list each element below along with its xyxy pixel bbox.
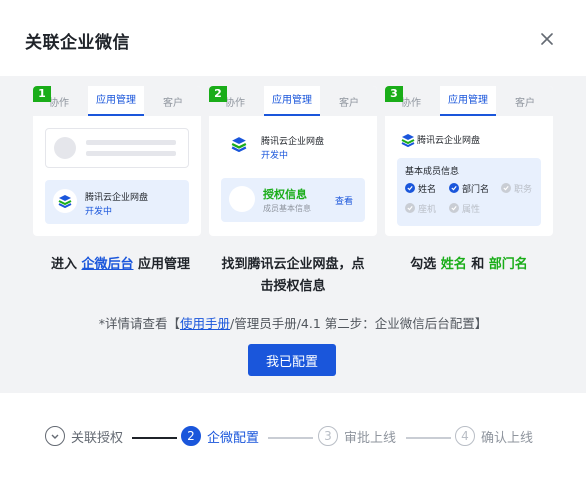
close-icon[interactable]	[536, 28, 558, 50]
check-icon	[449, 203, 459, 213]
guide-card-1: 协作 应用管理 客户 腾讯云企业网盘 开发中 1	[33, 86, 201, 236]
auth-title: 授权信息	[263, 188, 307, 201]
placeholder-row	[45, 128, 189, 168]
step-badge: 2	[209, 86, 227, 102]
step-approve-launch: 3 审批上线	[318, 426, 396, 446]
tab-collab: 协作	[401, 98, 421, 109]
enterprise-admin-link[interactable]: 企微后台	[81, 257, 133, 272]
step-1-description: 进入 企微后台 应用管理	[50, 257, 191, 272]
step-connector	[132, 437, 177, 439]
field-title-checkbox: 职务	[501, 180, 532, 196]
step-badge: 1	[33, 86, 51, 102]
card-tabs: 协作 应用管理 客户	[209, 86, 377, 116]
tab-app-manage: 应用管理	[264, 86, 320, 116]
field-phone-checkbox: 座机	[405, 200, 436, 216]
cloud-drive-icon	[401, 132, 415, 151]
field-dept-checkbox: 部门名	[449, 180, 489, 196]
step-connector	[406, 437, 451, 439]
guide-card-2: 协作 应用管理 客户 腾讯云企业网盘 开发中 授权信息 成员基本信息 查看 2	[209, 86, 377, 236]
app-name: 腾讯云企业网盘	[85, 193, 149, 203]
cloud-drive-icon	[53, 189, 77, 213]
tab-customer: 客户	[339, 98, 359, 109]
app-name: 腾讯云企业网盘	[261, 137, 325, 147]
tab-app-manage: 应用管理	[88, 86, 144, 116]
check-circle-icon	[45, 426, 65, 446]
step-badge: 3	[385, 86, 403, 102]
app-status: 开发中	[85, 207, 113, 217]
check-icon	[405, 183, 415, 193]
dialog-header: 关联企业微信	[0, 0, 586, 76]
step-confirm-launch: 4 确认上线	[455, 426, 533, 446]
tab-customer: 客户	[163, 98, 183, 109]
step-2-description: 找到腾讯云企业网盘，点 击授权信息	[221, 257, 365, 294]
view-link: 查看	[335, 197, 354, 207]
step-wecom-config: 2 企微配置	[181, 426, 259, 446]
step-3-description: 勾选 姓名 和 部门名	[410, 257, 528, 272]
check-icon	[501, 183, 511, 193]
user-manual-link[interactable]: 使用手册	[180, 316, 230, 331]
field-name-checkbox: 姓名	[405, 180, 436, 196]
card-tabs: 协作 应用管理 客户	[385, 86, 553, 116]
check-icon	[405, 203, 415, 213]
cloud-drive-icon	[231, 136, 247, 156]
auth-row: 授权信息 成员基本信息 查看	[221, 178, 365, 222]
tab-collab: 协作	[49, 98, 69, 109]
step-link-auth: 关联授权	[45, 426, 123, 446]
card-tabs: 协作 应用管理 客户	[33, 86, 201, 116]
app-row: 腾讯云企业网盘 开发中	[45, 180, 189, 224]
guide-card-3: 协作 应用管理 客户 腾讯云企业网盘 基本成员信息 姓名 部门名 职务 座机 属…	[385, 86, 553, 236]
member-info-box: 基本成员信息 姓名 部门名 职务 座机 属性	[397, 158, 541, 226]
app-name: 腾讯云企业网盘	[417, 136, 481, 146]
info-title: 基本成员信息	[405, 167, 460, 177]
app-status: 开发中	[261, 151, 289, 161]
tab-collab: 协作	[225, 98, 245, 109]
dialog-title: 关联企业微信	[25, 33, 130, 53]
field-attr-checkbox: 属性	[449, 200, 480, 216]
tab-customer: 客户	[515, 98, 535, 109]
manual-note: *详情请查看【使用手册/管理员手册/4.1 第二步：企业微信后台配置】	[98, 316, 488, 331]
configured-button[interactable]: 我已配置	[248, 344, 336, 376]
check-icon	[449, 183, 459, 193]
tab-app-manage: 应用管理	[440, 86, 496, 116]
step-connector	[268, 437, 313, 439]
auth-subtitle: 成员基本信息	[263, 204, 311, 213]
